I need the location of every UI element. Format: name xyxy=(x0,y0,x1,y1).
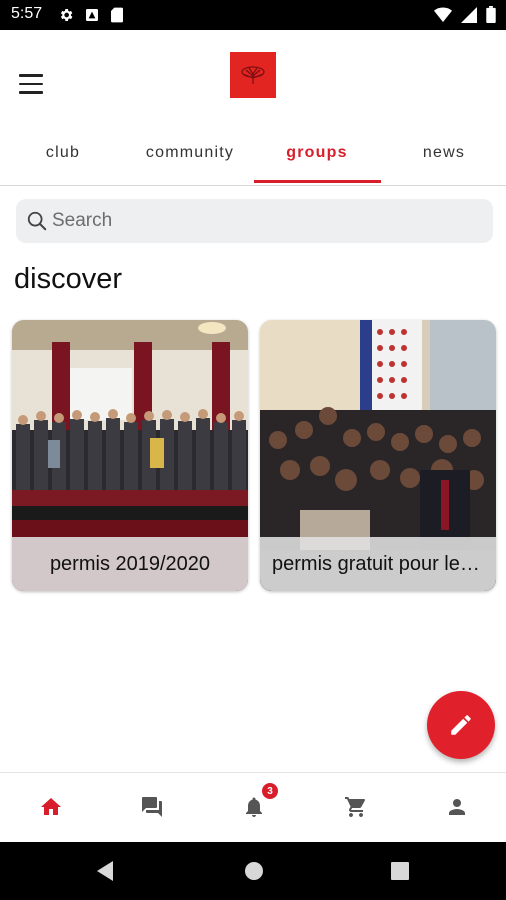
status-icons-right xyxy=(434,6,496,23)
tab-community[interactable]: community xyxy=(127,120,253,186)
status-bar: 5:57 xyxy=(0,0,506,30)
search-icon xyxy=(27,211,47,231)
recents-icon xyxy=(391,862,409,880)
system-recents-button[interactable] xyxy=(388,859,412,883)
back-icon xyxy=(97,861,113,881)
pencil-icon xyxy=(451,715,471,735)
system-back-button[interactable] xyxy=(93,859,117,883)
card-title-text: permis 2019/2020 xyxy=(49,552,211,575)
person-icon xyxy=(449,799,465,815)
tab-groups[interactable]: groups xyxy=(254,120,380,186)
bottom-nav xyxy=(0,772,506,842)
nav-cart[interactable] xyxy=(340,791,372,823)
nav-profile[interactable] xyxy=(441,791,473,823)
sim-icon xyxy=(86,9,98,21)
search-bar[interactable] xyxy=(16,199,493,243)
tab-indicator xyxy=(254,180,381,183)
menu-line xyxy=(19,91,43,94)
tab-bar: club community groups news xyxy=(0,120,506,186)
cart-icon xyxy=(345,797,366,817)
wifi-icon xyxy=(434,7,452,22)
status-time: 5:57 xyxy=(11,5,43,22)
sd-card-icon xyxy=(111,7,123,23)
card-title: permis 2019/2020 xyxy=(12,537,248,591)
compose-button[interactable] xyxy=(427,691,495,759)
chat-icon xyxy=(142,797,162,817)
card-title-text: permis gratuit pour les jeunes xyxy=(272,552,484,575)
section-title: discover xyxy=(14,263,122,295)
tree-icon xyxy=(241,66,265,84)
battery-icon xyxy=(486,6,496,23)
notification-badge: 3 xyxy=(262,783,278,799)
nav-home[interactable] xyxy=(35,791,67,823)
menu-line xyxy=(19,74,43,77)
signal-icon xyxy=(461,6,477,23)
bell-icon xyxy=(246,797,262,817)
home-circle-icon xyxy=(245,862,263,880)
system-home-button[interactable] xyxy=(242,859,266,883)
status-icons-left xyxy=(58,7,124,23)
app-logo xyxy=(230,52,276,98)
tab-news[interactable]: news xyxy=(381,120,506,186)
group-card[interactable]: permis 2019/2020 xyxy=(12,320,248,591)
nav-chat[interactable] xyxy=(136,791,168,823)
search-input[interactable] xyxy=(52,199,482,243)
home-icon xyxy=(41,798,61,815)
system-nav-bar xyxy=(0,842,506,900)
tab-club[interactable]: club xyxy=(0,120,126,186)
group-card[interactable]: permis gratuit pour les jeunes xyxy=(260,320,496,591)
app-header xyxy=(0,30,506,130)
menu-line xyxy=(19,82,43,85)
menu-button[interactable] xyxy=(18,74,46,96)
card-title: permis gratuit pour les jeunes xyxy=(260,537,496,591)
gear-icon xyxy=(60,9,73,21)
